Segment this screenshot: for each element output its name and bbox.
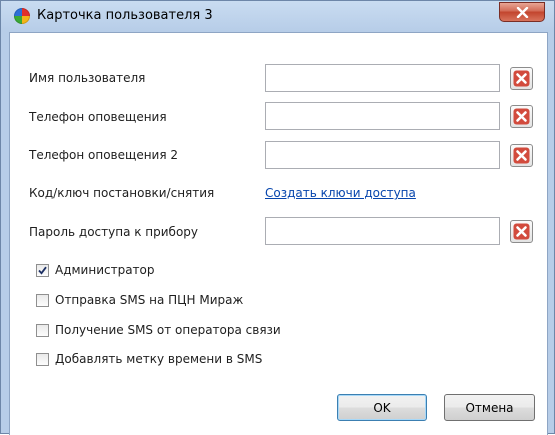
dialog-window: Карточка пользователя 3 Имя пользователя… [0,0,555,435]
create-access-keys-link[interactable]: Создать ключи доступа [265,186,416,200]
window-title: Карточка пользователя 3 [37,8,213,23]
clear-icon [513,223,530,240]
notify-phone-label: Телефон оповещения [29,110,167,124]
sms-timestamp-label: Добавлять метку времени в SMS [55,352,263,366]
notify-phone-input[interactable] [265,102,500,130]
dialog-body: Имя пользователя Телефон оповещения Теле… [9,32,548,435]
user-name-label: Имя пользователя [29,71,146,85]
clear-notify-phone-2-button[interactable] [510,144,533,167]
clear-icon [513,108,530,125]
clear-notify-phone-button[interactable] [510,105,533,128]
sms-to-pcn-checkbox[interactable] [36,294,49,307]
device-password-input[interactable] [265,217,500,245]
sms-from-operator-checkbox[interactable] [36,324,49,337]
ok-button[interactable]: OK [337,394,427,421]
close-button[interactable] [499,2,545,22]
notify-phone-2-label: Телефон оповещения 2 [29,148,179,162]
cancel-button[interactable]: Отмена [444,394,535,421]
arm-key-label: Код/ключ постановки/снятия [29,186,215,200]
device-password-label: Пароль доступа к прибору [29,225,199,239]
title-bar[interactable]: Карточка пользователя 3 [1,1,554,31]
sms-to-pcn-label: Отправка SMS на ПЦН Мираж [55,293,244,307]
app-logo-icon [14,8,30,24]
close-x-icon [516,7,529,18]
sms-timestamp-checkbox[interactable] [36,353,49,366]
notify-phone-2-input[interactable] [265,141,500,169]
administrator-label: Администратор [55,263,155,277]
sms-from-operator-label: Получение SMS от оператора связи [55,323,281,337]
clear-device-password-button[interactable] [510,220,533,243]
user-name-input[interactable] [265,64,500,92]
checkmark-icon [38,266,47,275]
clear-icon [513,147,530,164]
administrator-checkbox[interactable] [36,264,49,277]
clear-user-name-button[interactable] [510,67,533,90]
clear-icon [513,70,530,87]
